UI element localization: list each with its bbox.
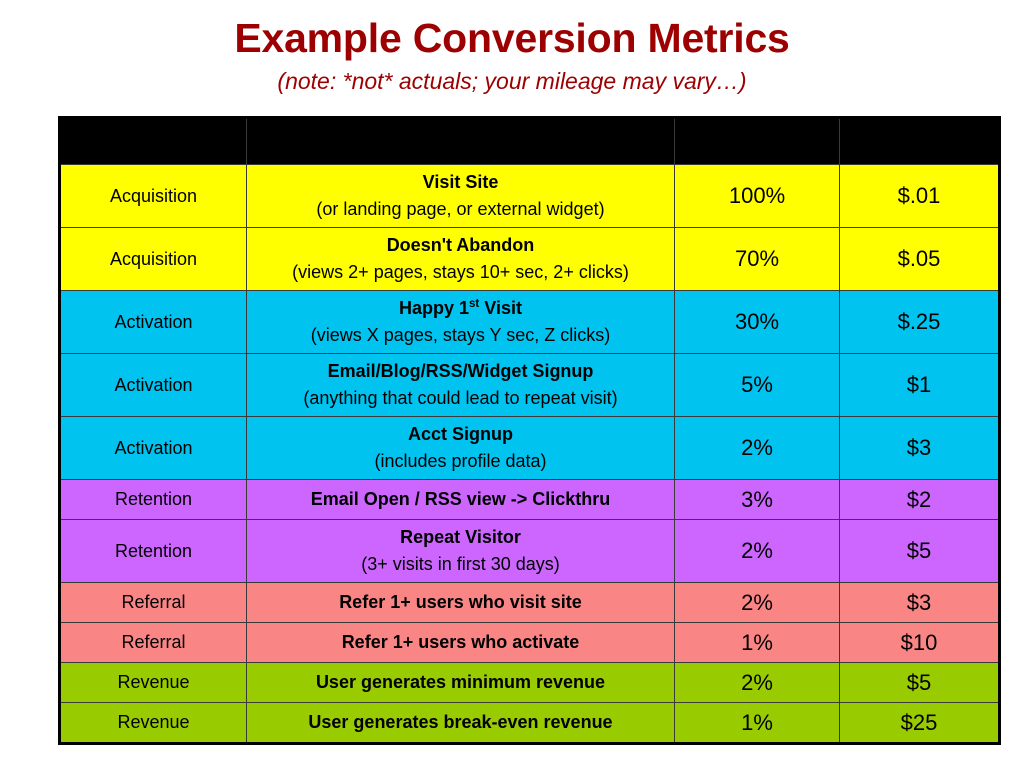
status-main-text: Doesn't Abandon xyxy=(386,234,535,255)
table-row: Revenue User generates break-even revenue… xyxy=(59,702,1000,744)
cell-conv-percent: 2% xyxy=(674,662,840,703)
cell-user-status: Happy 1st Visit (views X pages, stays Y s… xyxy=(246,290,675,354)
table-row: Retention Repeat Visitor (3+ visits in fir… xyxy=(59,519,1000,583)
status-main-text: Email/Blog/RSS/Widget Signup xyxy=(327,360,594,381)
status-main-text: User generates minimum revenue xyxy=(315,671,606,692)
cell-est-value: $25 xyxy=(839,702,1000,744)
cell-est-value: $5 xyxy=(839,662,1000,703)
status-main-text: Refer 1+ users who visit site xyxy=(339,591,582,612)
cell-est-value: $2 xyxy=(839,479,1000,520)
metrics-table-container: Category User Status Conv % Est. Value A… xyxy=(58,116,1001,745)
table-row: Activation Acct Signup (includes profile d… xyxy=(59,416,1000,480)
title-block: Example Conversion Metrics (note: *not* … xyxy=(0,0,1024,96)
column-header-user-status: User Status xyxy=(246,117,675,165)
cell-category: Acquisition xyxy=(59,227,247,291)
cell-category: Activation xyxy=(59,353,247,417)
cell-category: Activation xyxy=(59,290,247,354)
column-header-conv-percent: Conv % xyxy=(674,117,840,165)
table-row: Revenue User generates minimum revenue 2% $… xyxy=(59,662,1000,703)
table-row: Retention Email Open / RSS view -> Clickt… xyxy=(59,479,1000,520)
status-main-text: Email Open / RSS view -> Clickthru xyxy=(310,488,611,509)
cell-conv-percent: 2% xyxy=(674,416,840,480)
table-row: Acquisition Doesn't Abandon (views 2+ page… xyxy=(59,227,1000,291)
status-sub-text: (views X pages, stays Y sec, Z clicks) xyxy=(310,324,611,345)
cell-user-status: Visit Site (or landing page, or external … xyxy=(246,164,675,228)
cell-conv-percent: 70% xyxy=(674,227,840,291)
status-main-text: Happy 1st Visit xyxy=(247,297,674,321)
cell-est-value: $.05 xyxy=(839,227,1000,291)
table-row: Activation Email/Blog/RSS/Widget Signup (a… xyxy=(59,353,1000,417)
cell-category: Referral xyxy=(59,622,247,663)
status-main-text: Repeat Visitor xyxy=(400,526,521,547)
cell-conv-percent: 1% xyxy=(674,702,840,744)
cell-conv-percent: 2% xyxy=(674,582,840,623)
cell-user-status: Email Open / RSS view -> Clickthru xyxy=(246,479,675,520)
cell-category: Revenue xyxy=(59,662,247,703)
cell-conv-percent: 3% xyxy=(674,479,840,520)
cell-user-status: Doesn't Abandon (views 2+ pages, stays 10… xyxy=(246,227,675,291)
cell-category: Revenue xyxy=(59,702,247,744)
cell-category: Retention xyxy=(59,519,247,583)
status-main-tail: Visit xyxy=(479,297,522,318)
cell-conv-percent: 2% xyxy=(674,519,840,583)
cell-est-value: $.25 xyxy=(839,290,1000,354)
page-subtitle: (note: *not* actuals; your mileage may v… xyxy=(277,67,747,94)
cell-est-value: $3 xyxy=(839,416,1000,480)
cell-category: Activation xyxy=(59,416,247,480)
table-row: Referral Refer 1+ users who activate 1% $10 xyxy=(59,622,1000,663)
table-row: Acquisition Visit Site (or landing page, o… xyxy=(59,164,1000,228)
cell-user-status: Email/Blog/RSS/Widget Signup (anything th… xyxy=(246,353,675,417)
cell-user-status: Refer 1+ users who visit site xyxy=(246,582,675,623)
cell-category: Retention xyxy=(59,479,247,520)
table-row: Activation Happy 1st Visit (views X pages,… xyxy=(59,290,1000,354)
status-sub-text: (includes profile data) xyxy=(374,450,547,471)
status-main-superscript: st xyxy=(469,297,480,310)
status-sub-text: (3+ visits in first 30 days) xyxy=(361,553,560,574)
table-header: Category User Status Conv % Est. Value xyxy=(59,117,1000,165)
conversion-metrics-table: Category User Status Conv % Est. Value A… xyxy=(58,116,1001,745)
cell-category: Acquisition xyxy=(59,164,247,228)
cell-user-status: User generates minimum revenue xyxy=(246,662,675,703)
cell-user-status: Acct Signup (includes profile data) xyxy=(246,416,675,480)
cell-conv-percent: 30% xyxy=(674,290,840,354)
status-sub-text: (anything that could lead to repeat visi… xyxy=(303,387,618,408)
cell-conv-percent: 100% xyxy=(674,164,840,228)
page-title: Example Conversion Metrics xyxy=(234,15,790,61)
cell-conv-percent: 5% xyxy=(674,353,840,417)
status-main-lead: Happy 1 xyxy=(399,297,470,318)
status-main-text: Refer 1+ users who activate xyxy=(341,631,580,652)
status-sub-text: (or landing page, or external widget) xyxy=(316,198,605,219)
table-body: Acquisition Visit Site (or landing page, o… xyxy=(59,164,1000,744)
cell-est-value: $.01 xyxy=(839,164,1000,228)
table-row: Referral Refer 1+ users who visit site 2% $… xyxy=(59,582,1000,623)
table-header-row: Category User Status Conv % Est. Value xyxy=(59,117,1000,165)
status-main-text: User generates break-even revenue xyxy=(308,711,613,732)
cell-est-value: $1 xyxy=(839,353,1000,417)
cell-est-value: $3 xyxy=(839,582,1000,623)
cell-est-value: $10 xyxy=(839,622,1000,663)
cell-user-status: Repeat Visitor (3+ visits in first 30 day… xyxy=(246,519,675,583)
cell-user-status: User generates break-even revenue xyxy=(246,702,675,744)
column-header-est-value: Est. Value xyxy=(839,117,1000,165)
slide: Example Conversion Metrics (note: *not* … xyxy=(0,0,1024,768)
cell-est-value: $5 xyxy=(839,519,1000,583)
status-main-text: Acct Signup xyxy=(407,423,513,444)
status-sub-text: (views 2+ pages, stays 10+ sec, 2+ click… xyxy=(292,261,629,282)
cell-user-status: Refer 1+ users who activate xyxy=(246,622,675,663)
column-header-category: Category xyxy=(59,117,247,165)
cell-category: Referral xyxy=(59,582,247,623)
cell-conv-percent: 1% xyxy=(674,622,840,663)
status-main-text: Visit Site xyxy=(422,171,499,192)
